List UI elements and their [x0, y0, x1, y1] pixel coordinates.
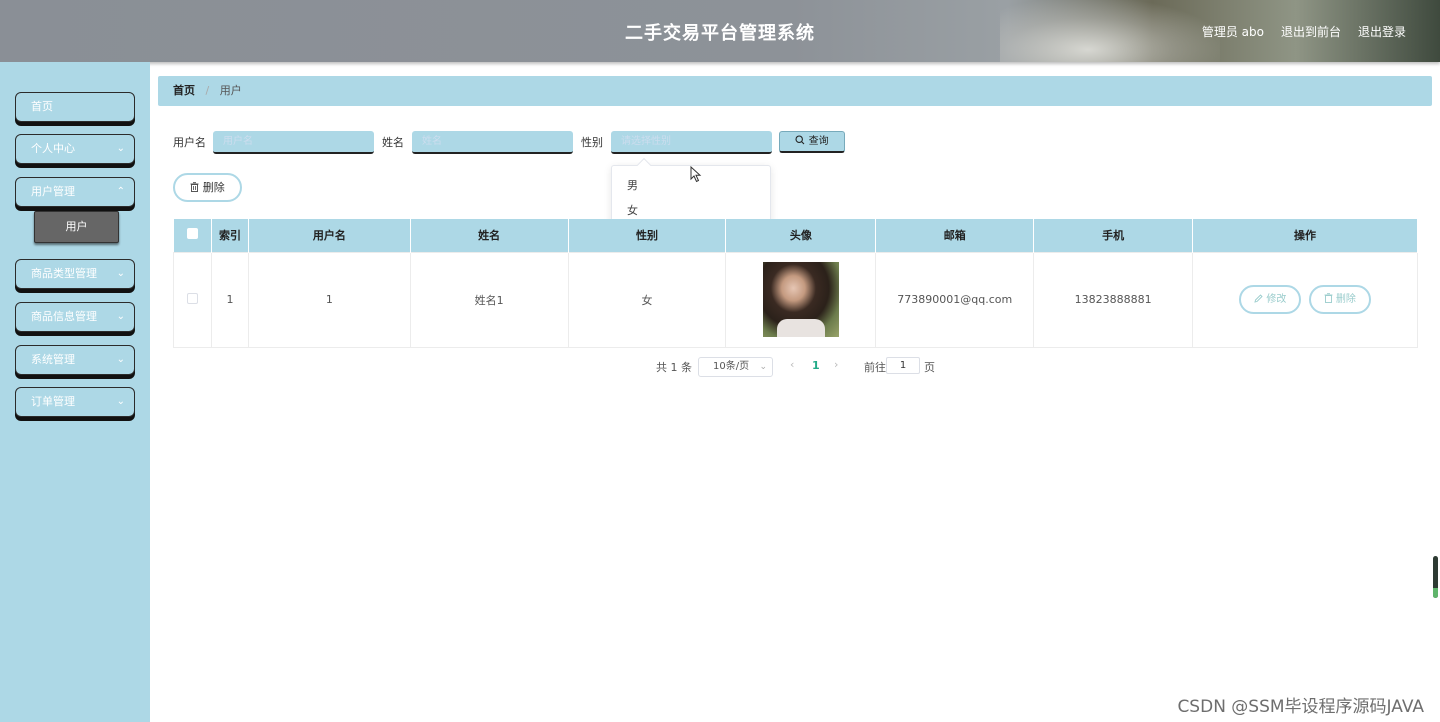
column-header: 邮箱: [875, 219, 1035, 252]
name-cell: 姓名1: [409, 251, 569, 348]
username-placeholder: 用户名: [223, 136, 253, 147]
edit-icon: [1254, 294, 1263, 303]
admin-user-label: 管理员 abo: [1201, 25, 1264, 39]
sidebar-item-goods-type-management[interactable]: 商品类型管理 ⌄: [15, 259, 135, 289]
table-header-row: 索引 用户名 姓名 性别 头像 邮箱 手机 操作: [173, 219, 1418, 252]
column-header: 姓名: [410, 219, 569, 252]
prev-page-button[interactable]: ‹: [790, 358, 794, 371]
chevron-down-icon: ⌄: [116, 311, 125, 322]
pagination-total: 共 1 条: [656, 361, 692, 374]
sidebar-item-label: 商品类型管理: [31, 267, 97, 280]
username-cell: 1: [247, 251, 411, 348]
sidebar-item-label: 订单管理: [31, 395, 75, 408]
phone-cell: 13823888881: [1033, 251, 1194, 348]
goto-label: 前往: [864, 361, 886, 374]
goto-page-value: 1: [899, 360, 907, 371]
gender-select[interactable]: 请选择性别: [611, 131, 772, 154]
sidebar-item-label: 系统管理: [31, 353, 75, 366]
email-cell: 773890001@qq.com: [875, 251, 1035, 348]
watermark: CSDN @SSM毕设程序源码JAVA: [1177, 697, 1424, 717]
current-page[interactable]: 1: [812, 359, 820, 372]
mouse-cursor-icon: [690, 166, 702, 183]
gender-option-female[interactable]: 女: [627, 202, 638, 218]
gender-placeholder: 请选择性别: [621, 136, 671, 147]
sidebar-item-label: 用户: [65, 220, 88, 233]
name-input[interactable]: 姓名: [412, 131, 573, 154]
avatar-cell: [725, 251, 877, 348]
breadcrumb-current: 用户: [219, 84, 242, 97]
page-size-select[interactable]: 10条/页 ⌄: [698, 357, 773, 377]
exit-to-front-link[interactable]: 退出到前台: [1281, 23, 1341, 40]
next-page-button[interactable]: ›: [834, 358, 838, 371]
breadcrumb: 首页 / 用户: [158, 76, 1432, 106]
sidebar-item-home[interactable]: 首页: [15, 92, 135, 122]
name-placeholder: 姓名: [422, 136, 442, 147]
sidebar-item-label: 个人中心: [31, 142, 75, 155]
column-header: 头像: [725, 219, 877, 252]
user-table: 索引 用户名 姓名 性别 头像 邮箱 手机 操作 1 1 姓名1 女 77389…: [173, 219, 1418, 348]
avatar: [762, 262, 839, 337]
gender-option-male[interactable]: 男: [627, 177, 638, 193]
column-header: 索引: [211, 219, 249, 252]
sidebar-item-label: 首页: [31, 100, 53, 113]
actions-cell: 修改 删除: [1192, 251, 1418, 348]
column-header: 手机: [1033, 219, 1194, 252]
chevron-down-icon: ⌄: [116, 268, 125, 279]
page-size-value: 10条/页: [713, 361, 750, 372]
breadcrumb-separator: /: [205, 84, 210, 97]
sidebar-item-user-management[interactable]: 用户管理 ⌃: [15, 177, 135, 207]
column-header: 性别: [568, 219, 727, 252]
header-user-area: 管理员 abo 退出到前台 退出登录: [1202, 23, 1406, 40]
chevron-up-icon: ⌃: [116, 186, 125, 197]
query-button-label: 查询: [808, 136, 829, 147]
top-header: 二手交易平台管理系统 管理员 abo 退出到前台 退出登录: [0, 0, 1440, 62]
row-delete-label: 删除: [1335, 294, 1356, 305]
dropdown-arrow: [636, 157, 652, 173]
query-button[interactable]: 查询: [779, 131, 845, 153]
table-row: 1 1 姓名1 女 773890001@qq.com 13823888881 修…: [173, 251, 1418, 348]
goto-page-input[interactable]: 1: [886, 357, 920, 374]
trash-icon: [1324, 293, 1333, 303]
chevron-down-icon: ⌄: [116, 396, 125, 407]
edit-button-label: 修改: [1266, 294, 1287, 305]
sidebar-item-label: 用户管理: [31, 185, 75, 198]
name-label: 姓名: [382, 136, 404, 149]
select-all-cell: [173, 219, 212, 252]
chevron-down-icon: ⌄: [759, 362, 767, 372]
row-delete-button[interactable]: 删除: [1308, 285, 1371, 314]
sidebar-item-personal-center[interactable]: 个人中心 ⌄: [15, 134, 135, 164]
column-header: 操作: [1192, 219, 1418, 252]
username-label: 用户名: [173, 136, 206, 149]
page-scrollbar[interactable]: [1433, 556, 1438, 598]
logout-link[interactable]: 退出登录: [1358, 23, 1406, 40]
sidebar: 首页 个人中心 ⌄ 用户管理 ⌃ 用户 商品类型管理 ⌄ 商品信息管理 ⌄ 系统…: [0, 62, 150, 722]
gender-cell: 女: [567, 251, 727, 348]
sidebar-item-goods-info-management[interactable]: 商品信息管理 ⌄: [15, 302, 135, 332]
batch-delete-button[interactable]: 删除: [173, 173, 242, 202]
select-all-checkbox[interactable]: [186, 228, 198, 240]
row-checkbox[interactable]: [186, 292, 198, 304]
gender-label: 性别: [581, 136, 603, 149]
breadcrumb-home[interactable]: 首页: [173, 84, 195, 97]
edit-button[interactable]: 修改: [1239, 285, 1302, 314]
chevron-down-icon: ⌄: [116, 143, 125, 154]
column-header: 用户名: [248, 219, 411, 252]
sidebar-item-label: 商品信息管理: [31, 310, 97, 323]
search-icon: [795, 135, 805, 145]
sidebar-item-system-management[interactable]: 系统管理 ⌄: [15, 345, 135, 375]
row-select-cell: [173, 251, 212, 348]
page-suffix: 页: [924, 361, 935, 374]
username-input[interactable]: 用户名: [213, 131, 374, 154]
trash-icon: [190, 182, 199, 192]
sidebar-subitem-user[interactable]: 用户: [34, 211, 119, 243]
index-cell: 1: [210, 251, 249, 348]
sidebar-item-order-management[interactable]: 订单管理 ⌄: [15, 387, 135, 417]
batch-delete-label: 删除: [202, 181, 225, 194]
chevron-down-icon: ⌄: [116, 354, 125, 365]
